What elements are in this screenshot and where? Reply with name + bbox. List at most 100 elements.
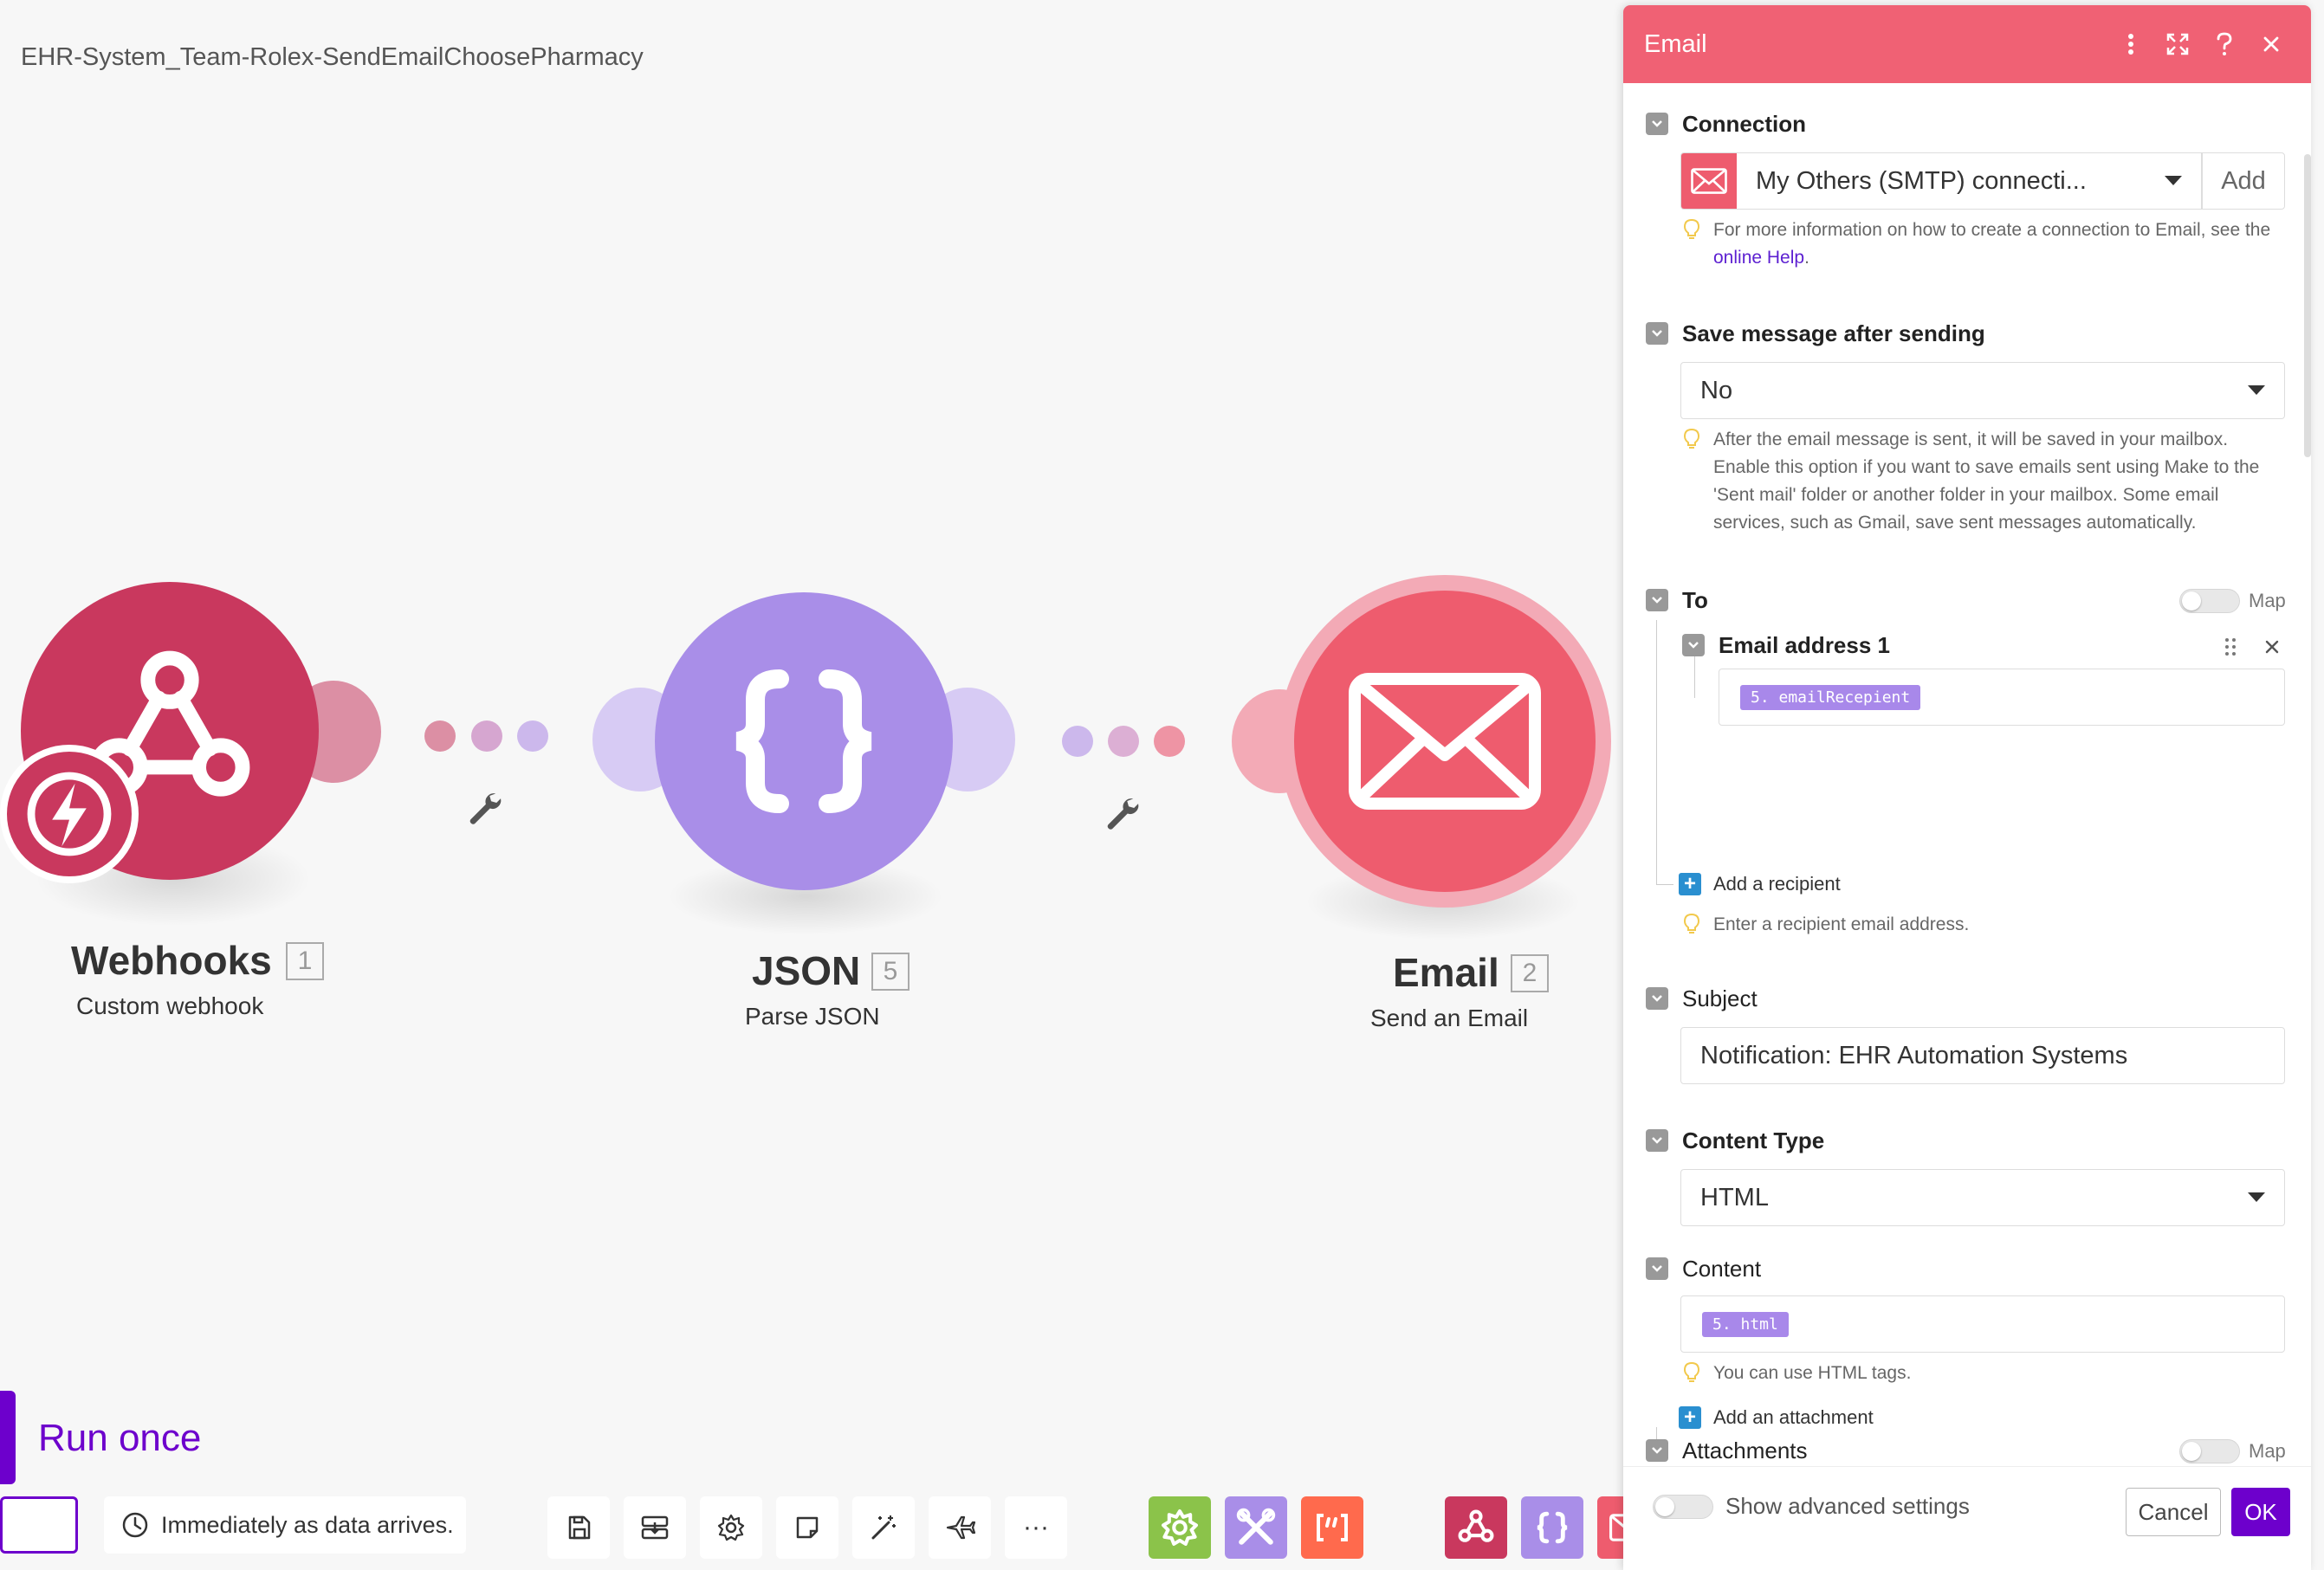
map-switch[interactable] [2179,1439,2240,1463]
gear-icon [1162,1509,1198,1546]
email-address-collapse-toggle[interactable] [1682,634,1705,656]
save-message-hint: After the email message is sent, it will… [1713,430,2260,533]
panel-menu-button[interactable] [2110,23,2152,65]
attachments-map-toggle[interactable]: Map [2179,1439,2286,1463]
save-message-select[interactable]: No [1680,362,2285,419]
content-type-select[interactable]: HTML [1680,1169,2285,1226]
notes-button[interactable] [776,1496,838,1559]
module-name: JSON [752,948,861,993]
subject-collapse-toggle[interactable] [1646,987,1668,1010]
email-address-label: Email address 1 [1719,632,1890,658]
mapped-value-pill[interactable]: 5. emailRecepient [1740,684,1921,710]
chevron-down-icon [1652,1137,1662,1144]
email-address-input[interactable]: 5. emailRecepient [1719,669,2285,726]
envelope-icon [1349,673,1541,810]
connection-select[interactable]: My Others (SMTP) connecti... [1680,152,2202,210]
email-module-circle[interactable] [1294,591,1596,892]
close-icon [2263,36,2279,52]
content-type-label: Content Type [1682,1127,1825,1153]
panel-scrollbar[interactable] [2304,154,2311,457]
ok-button[interactable]: OK [2231,1488,2290,1536]
scenario-title[interactable]: EHR-System_Team-Rolex-SendEmailChoosePha… [21,43,644,72]
auto-align-button[interactable] [852,1496,915,1559]
subject-input[interactable]: Notification: EHR Automation Systems [1680,1027,2285,1084]
json-app-button[interactable] [1521,1496,1583,1559]
tools-gear-app-button[interactable] [1149,1496,1211,1559]
to-label: To [1682,587,1708,613]
module-subtitle: Parse JSON [745,1003,880,1030]
explain-flow-button[interactable] [929,1496,991,1559]
schedule-setting[interactable]: Immediately as data arrives. [104,1496,466,1554]
to-collapse-toggle[interactable] [1646,589,1668,611]
connection-label: Connection [1682,111,1806,137]
map-label: Map [2249,1440,2286,1462]
cancel-button[interactable]: Cancel [2126,1488,2221,1536]
scheduling-toggle[interactable] [0,1496,78,1554]
more-button[interactable]: ··· [1005,1496,1067,1559]
chevron-down-icon [1652,1265,1662,1272]
json-module-circle[interactable] [655,592,953,890]
attachments-collapse-toggle[interactable] [1646,1439,1668,1462]
chevron-down-icon [1652,597,1662,604]
panel-close-button[interactable] [2250,23,2292,65]
content-type-value: HTML [1700,1183,1769,1211]
tree-connector [1694,656,1712,698]
panel-maximize-button[interactable] [2157,23,2198,65]
advanced-settings-toggle[interactable]: Show advanced settings [1653,1493,1970,1520]
map-switch[interactable] [2179,589,2240,613]
scenario-settings-button[interactable] [700,1496,762,1559]
panel-help-button[interactable] [2204,23,2245,65]
save-button[interactable] [547,1496,610,1559]
more-icon: ··· [1023,1513,1049,1541]
mapped-value-pill[interactable]: 5. html [1702,1311,1789,1337]
connector-dot [1108,726,1139,757]
connection-hint-suffix: . [1804,248,1809,268]
add-recipient-icon[interactable]: + [1679,873,1701,895]
route-settings-wrench-icon[interactable] [1104,795,1142,833]
run-once-label[interactable]: Run once [38,1417,201,1460]
tools-app-button[interactable] [1225,1496,1287,1559]
add-recipient-link[interactable]: Add a recipient [1713,873,1841,895]
subject-value: Notification: EHR Automation Systems [1700,1041,2128,1069]
add-attachment-link[interactable]: Add an attachment [1713,1406,1874,1429]
braces-icon [735,669,872,813]
connection-collapse-toggle[interactable] [1646,113,1668,135]
advanced-switch[interactable] [1653,1494,1713,1519]
run-once-button[interactable] [0,1391,16,1484]
webhooks-app-button[interactable] [1445,1496,1507,1559]
tree-connector [1656,1427,1673,1439]
drag-handle-icon[interactable] [2224,637,2237,656]
webhook-icon [1458,1509,1494,1542]
text-parser-app-button[interactable] [1301,1496,1363,1559]
envelope-icon [1691,168,1727,194]
scenario-io-button[interactable] [624,1496,686,1559]
connection-hint: For more information on how to create a … [1713,216,2285,272]
connector-dot [517,720,548,752]
add-attachment-icon[interactable]: + [1679,1406,1701,1429]
chevron-down-icon [1652,995,1662,1002]
lightbulb-icon [1683,428,1700,449]
panel-body[interactable]: Connection My Others (SMTP) connecti... … [1623,83,2311,1466]
connector-dot [1154,726,1185,757]
route-settings-wrench-icon[interactable] [466,790,504,828]
content-input[interactable]: 5. html [1680,1295,2285,1353]
chevron-down-icon [2248,1192,2265,1202]
module-subtitle: Send an Email [1370,1005,1529,1031]
add-connection-button[interactable]: Add [2202,152,2285,210]
to-map-toggle[interactable]: Map [2179,589,2286,613]
connection-value: My Others (SMTP) connecti... [1756,166,2087,195]
content-collapse-toggle[interactable] [1646,1257,1668,1280]
remove-recipient-icon[interactable] [2264,639,2280,655]
content-hint: You can use HTML tags. [1713,1363,1912,1383]
content-type-collapse-toggle[interactable] [1646,1129,1668,1152]
connection-app-badge [1681,153,1737,209]
map-label: Map [2249,590,2286,611]
save-message-collapse-toggle[interactable] [1646,322,1668,345]
email-module-settings-panel: Email Connection My Others (SMTP) connec… [1623,5,2311,1570]
panel-title: Email [1644,29,1707,58]
online-help-link[interactable]: online Help [1713,248,1804,268]
chevron-down-icon [1652,330,1662,337]
module-name: Webhooks [71,938,272,983]
subject-label: Subject [1682,985,1758,1011]
save-icon [568,1515,591,1540]
